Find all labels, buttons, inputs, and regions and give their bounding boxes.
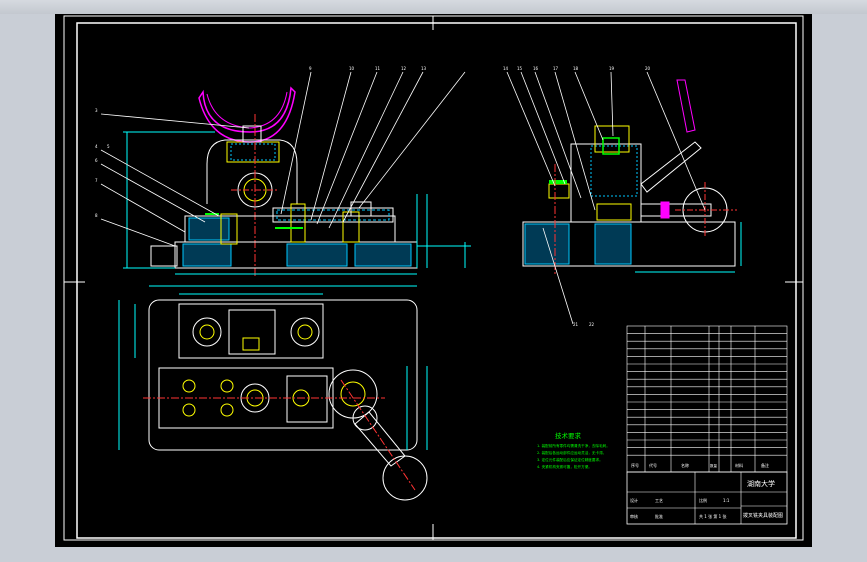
balloon-11: 11 <box>375 66 381 71</box>
front-view <box>100 71 471 276</box>
side-base-hatch-right <box>594 223 632 265</box>
balloon-21: 21 <box>573 322 579 327</box>
sign-label-approve: 批准 <box>655 513 663 519</box>
top-lever-pivot-outer <box>328 369 378 419</box>
school-name: 湖南大学 <box>747 479 775 488</box>
balloon-14: 14 <box>503 66 509 71</box>
header-label-1: 序号 <box>631 462 639 468</box>
balloon-22: 22 <box>589 322 595 327</box>
tech-req-item-4: 4. 夹紧机构夹紧可靠，松开方便。 <box>537 464 592 469</box>
balloon-17: 17 <box>553 66 559 71</box>
cad-title-bar <box>0 0 867 14</box>
balloon-19: 19 <box>609 66 615 71</box>
top-nut-hatch <box>230 143 276 161</box>
sign-label-review: 审核 <box>630 513 638 519</box>
top-hole-left-outer <box>192 317 222 347</box>
middle-plate-hatch <box>188 217 230 241</box>
top-view <box>118 285 428 501</box>
side-lever-arm <box>640 141 702 193</box>
side-clamp-collar <box>660 201 670 219</box>
top-lever-knob <box>382 455 428 501</box>
top-nut <box>226 141 280 163</box>
sheet-label: 共 1 张 第 1 张 <box>699 513 726 519</box>
top-bolt-3 <box>220 379 234 393</box>
bolt-4 <box>350 201 372 217</box>
tech-req-item-3: 3. 定位元件装配后应保证定位精度要求。 <box>537 457 603 462</box>
balloon-6: 6 <box>95 158 98 163</box>
top-hole-right-inner <box>297 324 313 340</box>
balloon-5: 5 <box>107 144 110 149</box>
tech-req-item-2: 2. 装配后各运动部件应运动灵活，无卡滞。 <box>537 450 606 455</box>
side-dimensions <box>635 222 742 273</box>
header-label-3: 名称 <box>681 462 689 468</box>
title-block: 序号 代号 名称 数量 材料 备注 湖南大学 拨叉铣夹具装配图 设计 审核 工艺… <box>626 462 788 525</box>
drawing-frame <box>63 15 804 541</box>
side-bolt-top <box>594 125 630 153</box>
balloon-labels: 3 4 5 6 7 8 9 10 11 12 13 14 15 16 17 18 19 20 21 22 <box>95 66 651 327</box>
workpiece-fork-inner <box>206 91 288 129</box>
side-workpiece-arm <box>676 79 696 133</box>
balloon-4: 4 <box>95 144 98 149</box>
assembly-drawing: 技术要求 1. 装配前所有零件均需清洗干净，去除毛刺。 2. 装配后各运动部件应… <box>63 15 804 541</box>
clamp-bar-hatch <box>276 209 390 221</box>
scale-value: 1:1 <box>723 498 730 503</box>
tech-req-item-1: 1. 装配前所有零件均需清洗干净，去除毛刺。 <box>537 443 610 448</box>
side-clamp-bolt <box>596 203 632 221</box>
balloon-18: 18 <box>573 66 579 71</box>
sign-label-design: 设计 <box>630 497 638 503</box>
base-plate-hatch-left <box>182 243 232 267</box>
balloon-13: 13 <box>421 66 427 71</box>
side-bolt-mid <box>548 183 570 199</box>
bom-rows <box>627 333 787 456</box>
side-leaders <box>506 71 706 325</box>
top-lever-centerline <box>340 379 416 491</box>
technical-requirements: 技术要求 1. 装配前所有零件均需清洗干净，去除毛刺。 2. 装配后各运动部件应… <box>537 431 610 469</box>
base-plate-hatch-right <box>354 243 412 267</box>
bom-outline <box>626 325 788 473</box>
header-label-4: 数量 <box>710 463 718 468</box>
top-hole-right-outer <box>290 317 320 347</box>
top-center-slot <box>228 309 276 355</box>
balloon-15: 15 <box>517 66 523 71</box>
top-hole-left-inner <box>199 324 215 340</box>
header-label-2: 代号 <box>649 462 657 468</box>
top-lever-arm <box>354 411 406 467</box>
drawing-name: 拨叉铣夹具装配图 <box>743 512 783 519</box>
outer-sheet-border <box>63 15 804 541</box>
balloon-7: 7 <box>95 178 98 183</box>
balloon-20: 20 <box>645 66 651 71</box>
balloon-3: 3 <box>95 108 98 113</box>
cad-status-bar <box>0 547 867 562</box>
tech-req-title: 技术要求 <box>555 431 582 440</box>
side-view <box>506 71 742 325</box>
top-center-key <box>242 337 260 351</box>
balloon-8: 8 <box>95 213 98 218</box>
front-foot <box>150 245 178 267</box>
header-label-6: 备注 <box>761 462 769 468</box>
scale-label: 比例 <box>699 497 707 503</box>
side-base-hatch-left <box>524 223 570 265</box>
balloon-9: 9 <box>309 66 312 71</box>
sign-label-process: 工艺 <box>655 498 663 503</box>
cad-drawing-viewport[interactable]: 技术要求 1. 装配前所有零件均需清洗干净，去除毛刺。 2. 装配后各运动部件应… <box>55 14 812 547</box>
header-label-5: 材料 <box>735 462 743 468</box>
workpiece-fork-outline <box>198 86 296 143</box>
bill-of-materials <box>626 325 788 473</box>
top-bolt-2 <box>182 403 196 417</box>
balloon-16: 16 <box>533 66 539 71</box>
inner-sheet-border <box>76 22 797 539</box>
support-body <box>206 139 298 204</box>
balloon-12: 12 <box>401 66 407 71</box>
balloon-10: 10 <box>349 66 355 71</box>
base-plate-hatch-mid <box>286 243 348 267</box>
top-bolt-4 <box>220 403 234 417</box>
top-bolt-1 <box>182 379 196 393</box>
